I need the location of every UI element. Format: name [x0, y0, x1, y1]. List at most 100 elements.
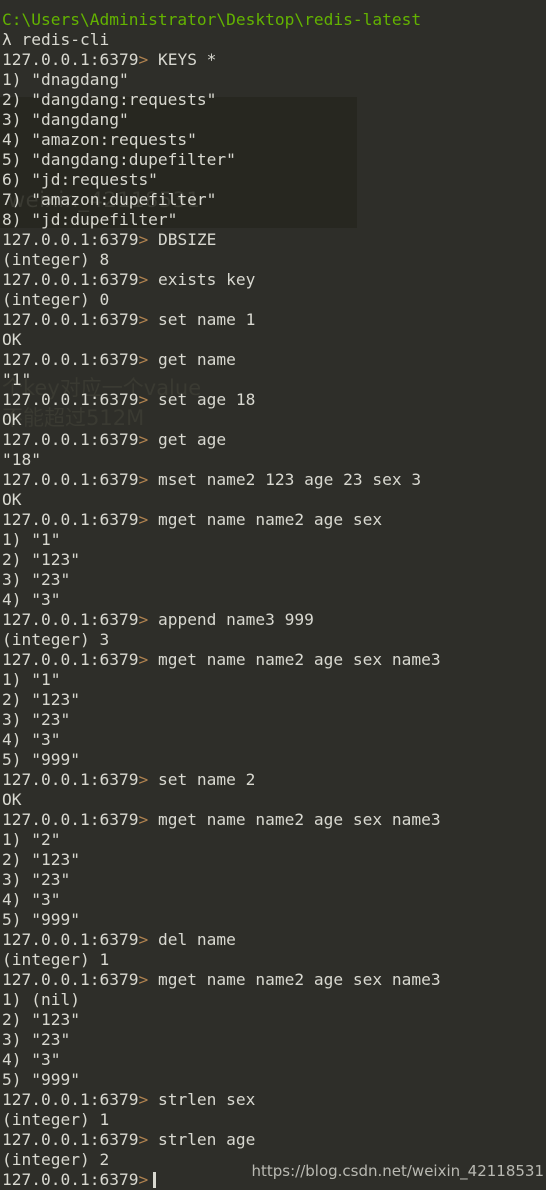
output-text: 7) "amazon:dupefilter" [2, 190, 217, 209]
output-text: 1) "1" [2, 670, 61, 689]
output-text: "18" [2, 450, 41, 469]
prompt-host: 127.0.0.1:6379 [2, 350, 139, 369]
output-text: 2) "123" [2, 690, 80, 709]
terminal-command-line: 127.0.0.1:6379> get age [2, 430, 546, 450]
prompt-host: 127.0.0.1:6379 [2, 390, 139, 409]
output-text: 1) "dnagdang" [2, 70, 129, 89]
terminal-output-line: 5) "999" [2, 750, 546, 770]
prompt-arrow-icon: > [138, 390, 158, 409]
prompt-arrow-icon: > [138, 1090, 158, 1109]
terminal-output-line: 4) "3" [2, 590, 546, 610]
output-text: 3) "23" [2, 870, 71, 889]
command-text: get name [157, 350, 236, 369]
terminal-command-line: 127.0.0.1:6379> mget name name2 age sex … [2, 970, 546, 990]
terminal-command-line: 127.0.0.1:6379> set name 1 [2, 310, 546, 330]
prompt-arrow-icon: > [138, 350, 158, 369]
command-text: strlen sex [157, 1090, 256, 1109]
shell-launch-text: λ redis-cli [2, 30, 110, 49]
prompt-host: 127.0.0.1:6379 [2, 650, 139, 669]
prompt-host: 127.0.0.1:6379 [2, 810, 139, 829]
terminal-output-line: 3) "23" [2, 870, 546, 890]
terminal-output-line: 4) "amazon:requests" [2, 130, 546, 150]
terminal-output-line: 2) "123" [2, 550, 546, 570]
command-text: mget name name2 age sex [157, 510, 383, 529]
command-text: del name [157, 930, 236, 949]
command-text: set name 2 [157, 770, 256, 789]
output-text: OK [2, 330, 22, 349]
output-text: 5) "999" [2, 1070, 80, 1089]
output-text: (integer) 1 [2, 950, 110, 969]
output-text: 2) "dangdang:requests" [2, 90, 217, 109]
prompt-arrow-icon: > [138, 470, 158, 489]
output-text: (integer) 2 [2, 1150, 110, 1169]
output-text: 5) "dangdang:dupefilter" [2, 150, 236, 169]
output-text: (integer) 0 [2, 290, 110, 309]
terminal-output-line: (integer) 1 [2, 1110, 546, 1130]
command-text: mget name name2 age sex name3 [157, 650, 441, 669]
terminal-command-line: 127.0.0.1:6379> mget name name2 age sex [2, 510, 546, 530]
command-text: mget name name2 age sex name3 [157, 970, 441, 989]
terminal-output-line: (integer) 0 [2, 290, 546, 310]
terminal-output-line: (integer) 8 [2, 250, 546, 270]
terminal-output-line: "1" [2, 370, 546, 390]
terminal-command-line: 127.0.0.1:6379> mget name name2 age sex … [2, 810, 546, 830]
prompt-arrow-icon: > [138, 230, 158, 249]
prompt-host: 127.0.0.1:6379 [2, 1130, 139, 1149]
terminal-output-line: (integer) 1 [2, 950, 546, 970]
prompt-arrow-icon: > [138, 270, 158, 289]
output-text: (integer) 3 [2, 630, 110, 649]
command-text: KEYS * [157, 50, 217, 69]
command-text: set name 1 [157, 310, 256, 329]
terminal-output-line: 5) "dangdang:dupefilter" [2, 150, 546, 170]
terminal-output-line: 5) "999" [2, 1070, 546, 1090]
cwd-path-text: C:\Users\Administrator\Desktop\redis-lat… [2, 10, 422, 29]
output-text: 8) "jd:dupefilter" [2, 210, 178, 229]
output-text: 6) "jd:requests" [2, 170, 158, 189]
prompt-arrow-icon: > [138, 50, 158, 69]
terminal-command-line: 127.0.0.1:6379> mget name name2 age sex … [2, 650, 546, 670]
redis-cli-terminal-window[interactable]: weixin_42118531 个key对应一个value 不能超过512M C… [0, 0, 546, 1190]
prompt-host: 127.0.0.1:6379 [2, 610, 139, 629]
output-text: 5) "999" [2, 910, 80, 929]
terminal-output-line: 1) "2" [2, 830, 546, 850]
terminal-output-line: 3) "23" [2, 710, 546, 730]
output-text: 3) "23" [2, 710, 71, 729]
output-text: 3) "23" [2, 570, 71, 589]
output-text: OK [2, 410, 22, 429]
terminal-output-line: 5) "999" [2, 910, 546, 930]
output-text: 1) "2" [2, 830, 61, 849]
terminal-output-line: 2) "123" [2, 1010, 546, 1030]
output-text: OK [2, 790, 22, 809]
command-text: append name3 999 [157, 610, 314, 629]
terminal-output-line: 3) "23" [2, 570, 546, 590]
prompt-arrow-icon: > [138, 430, 158, 449]
prompt-host: 127.0.0.1:6379 [2, 1170, 139, 1189]
prompt-arrow-icon: > [138, 770, 158, 789]
terminal-output-line: 4) "3" [2, 730, 546, 750]
output-text: 2) "123" [2, 850, 80, 869]
command-text: strlen age [157, 1130, 256, 1149]
terminal-output-line: 8) "jd:dupefilter" [2, 210, 546, 230]
terminal-command-line: 127.0.0.1:6379> strlen age [2, 1130, 546, 1150]
command-text: get age [157, 430, 227, 449]
terminal-output-line: "18" [2, 450, 546, 470]
csdn-url-watermark: https://blog.csdn.net/weixin_42118531 [251, 1162, 544, 1180]
output-text: 3) "23" [2, 1030, 71, 1049]
prompt-arrow-icon: > [138, 970, 158, 989]
command-text: mget name name2 age sex name3 [157, 810, 441, 829]
terminal-output-line: 4) "3" [2, 1050, 546, 1070]
terminal-output-line: OK [2, 410, 546, 430]
output-text: 3) "dangdang" [2, 110, 129, 129]
prompt-host: 127.0.0.1:6379 [2, 310, 139, 329]
command-text: set age 18 [157, 390, 256, 409]
output-text: 4) "3" [2, 730, 61, 749]
terminal-scrollback: C:\Users\Administrator\Desktop\redis-lat… [0, 0, 546, 1190]
terminal-command-line: 127.0.0.1:6379> set age 18 [2, 390, 546, 410]
terminal-command-line: 127.0.0.1:6379> DBSIZE [2, 230, 546, 250]
prompt-host: 127.0.0.1:6379 [2, 770, 139, 789]
text-cursor [153, 1172, 157, 1188]
terminal-output-line: 1) (nil) [2, 990, 546, 1010]
prompt-host: 127.0.0.1:6379 [2, 930, 139, 949]
prompt-arrow-icon: > [138, 930, 158, 949]
prompt-host: 127.0.0.1:6379 [2, 430, 139, 449]
